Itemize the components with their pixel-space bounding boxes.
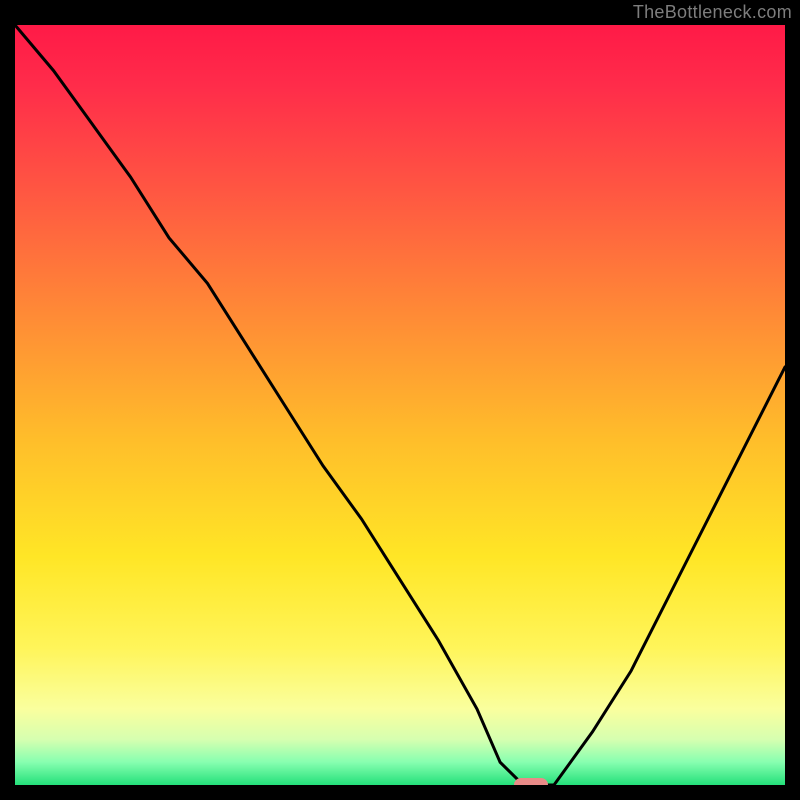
curve-svg — [15, 25, 785, 785]
plot-area — [15, 25, 785, 785]
optimum-marker — [514, 778, 548, 785]
watermark-text: TheBottleneck.com — [633, 2, 792, 23]
bottleneck-curve — [15, 25, 785, 785]
chart-frame: TheBottleneck.com — [0, 0, 800, 800]
